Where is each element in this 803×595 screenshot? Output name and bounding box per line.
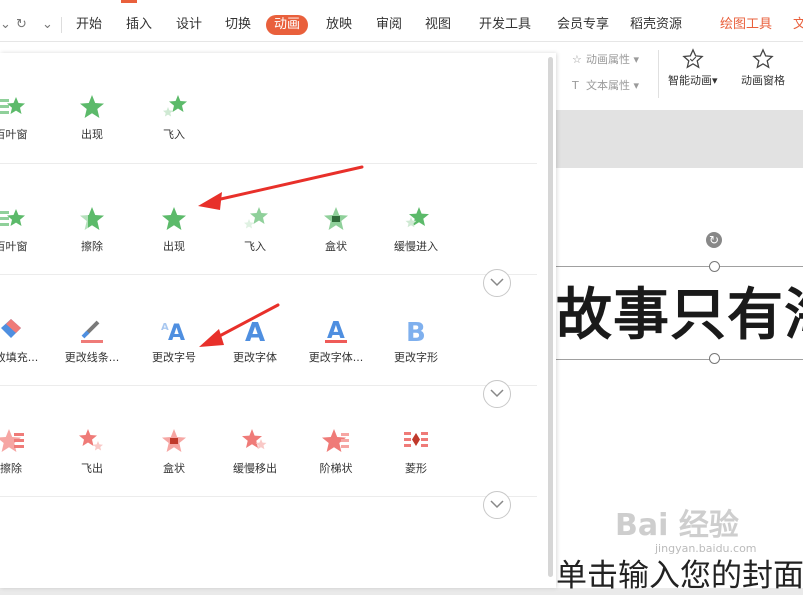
annotation-overlay [198, 165, 364, 347]
red-arrow-icon [199, 303, 280, 347]
red-arrow-icon [198, 165, 364, 210]
